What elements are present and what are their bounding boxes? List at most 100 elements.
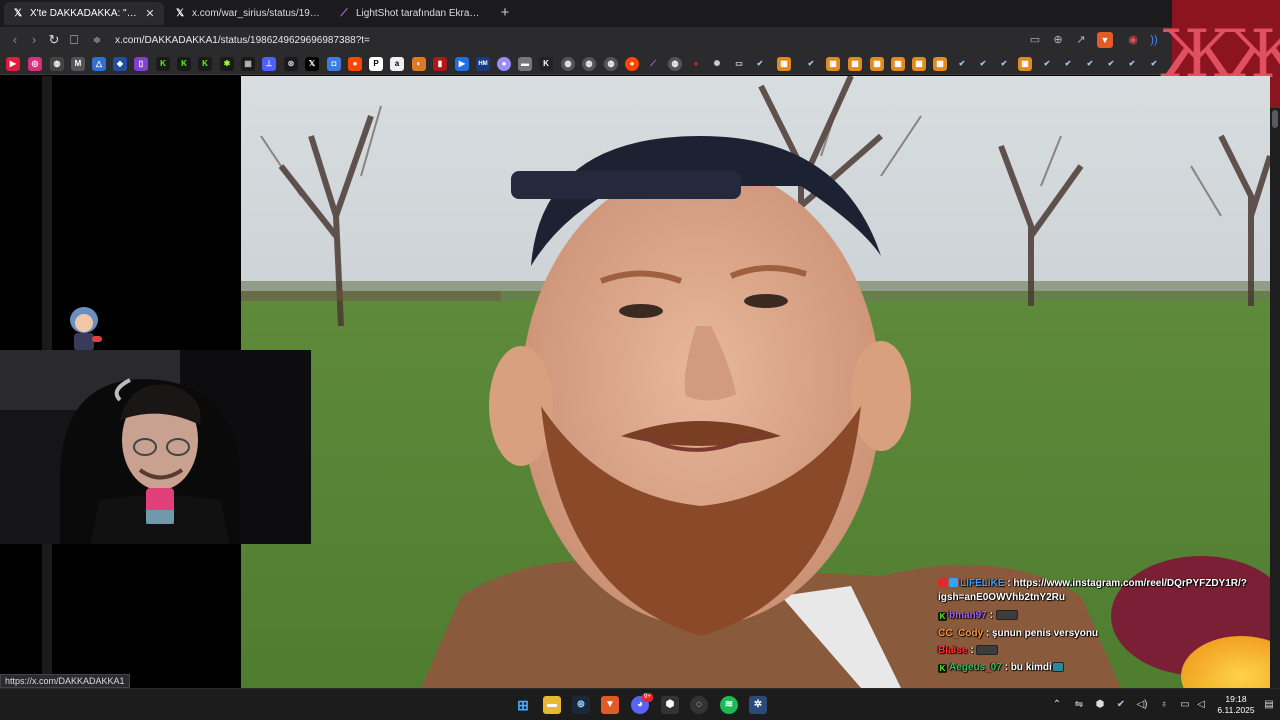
- bookmark-globe-icon[interactable]: ◍: [604, 57, 618, 71]
- bookmark-mail-icon[interactable]: M: [71, 57, 85, 71]
- youtube-icon[interactable]: ▶: [6, 57, 20, 71]
- kick-badge-icon: K: [938, 664, 947, 673]
- tab-lightshot[interactable]: ⟋ LightShot tarafından Ekran Görüntüs: [330, 2, 492, 25]
- tab-strip: 𝕏 X'te DAKKADAKKA: "A story in 3 ✕ 𝕏 x.c…: [0, 0, 1172, 27]
- close-tab-icon[interactable]: ✕: [144, 7, 156, 20]
- tray-overflow-icon[interactable]: ⌃: [1050, 698, 1064, 712]
- bookmark-tv-icon[interactable]: ▦: [912, 57, 926, 71]
- kick-icon[interactable]: K: [198, 57, 212, 71]
- reddit-icon[interactable]: ●: [625, 57, 639, 71]
- steam-icon[interactable]: ✔: [804, 57, 818, 71]
- tab-dakkadakka[interactable]: 𝕏 X'te DAKKADAKKA: "A story in 3 ✕: [4, 2, 164, 25]
- folder-icon[interactable]: ▭: [732, 57, 746, 71]
- bookmark-grid-icon[interactable]: ▦: [241, 57, 255, 71]
- tray-shield-icon[interactable]: ⬢: [1093, 698, 1107, 712]
- chat-text: :: [967, 645, 977, 656]
- bookmark-k-icon[interactable]: K: [539, 57, 553, 71]
- scrollbar-thumb[interactable]: [1272, 110, 1278, 128]
- windows-start-icon[interactable]: ⊞: [514, 696, 532, 714]
- bookmark-icon[interactable]: ⎕: [65, 31, 83, 49]
- lightshot-feather-icon[interactable]: ⟋: [646, 57, 660, 71]
- steam-icon[interactable]: ✔: [976, 57, 990, 71]
- bookmark-drive-icon[interactable]: △: [92, 57, 106, 71]
- steam-icon[interactable]: ✔: [1061, 57, 1075, 71]
- page-scrollbar[interactable]: [1270, 108, 1280, 688]
- bookmark-red-icon[interactable]: ▮: [433, 57, 447, 71]
- tray-app-icon[interactable]: ⇋: [1072, 698, 1086, 712]
- bookmark-play-icon[interactable]: ▶: [455, 57, 469, 71]
- bookmark-tv-icon[interactable]: ▦: [848, 57, 862, 71]
- kick-icon[interactable]: K: [177, 57, 191, 71]
- steam-icon[interactable]: ✔: [1104, 57, 1118, 71]
- cast-icon[interactable]: ▭: [1027, 32, 1043, 48]
- app-gear-icon[interactable]: ✲: [749, 696, 767, 714]
- site-settings-icon[interactable]: ≑: [90, 35, 104, 46]
- instagram-icon[interactable]: ◎: [28, 57, 42, 71]
- chat-username: bman97: [949, 610, 987, 621]
- tab-title: LightShot tarafından Ekran Görüntüs: [356, 8, 484, 19]
- bookmark-box-icon[interactable]: ◘: [327, 57, 341, 71]
- steam-icon[interactable]: ✔: [1083, 57, 1097, 71]
- clock[interactable]: 19:18 6.11.2025: [1212, 694, 1260, 716]
- bookmark-dot-icon[interactable]: ●: [689, 57, 703, 71]
- zoom-icon[interactable]: ⊕: [1050, 32, 1066, 48]
- spotify-icon[interactable]: ≋: [720, 696, 738, 714]
- bookmark-star-icon[interactable]: ✱: [220, 57, 234, 71]
- discord-notification-badge: 9+: [642, 693, 653, 702]
- bookmark-text-icon[interactable]: HM: [476, 57, 490, 71]
- bookmark-user-icon[interactable]: ⊥: [262, 57, 276, 71]
- bookmark-tv-icon[interactable]: ▦: [933, 57, 947, 71]
- x-logo-icon[interactable]: 𝕏: [305, 57, 319, 71]
- new-tab-button[interactable]: +: [497, 4, 513, 22]
- microphone-icon[interactable]: ♁: [1157, 698, 1171, 712]
- brave-shields-icon[interactable]: ▼: [1097, 32, 1113, 48]
- bookmark-circle-icon[interactable]: ●: [497, 57, 511, 71]
- bookmark-tv-icon[interactable]: ▦: [1018, 57, 1032, 71]
- notification-icon[interactable]: ▤: [1262, 698, 1276, 712]
- steam-icon[interactable]: ✔: [1040, 57, 1054, 71]
- steam-icon[interactable]: ✔: [753, 57, 767, 71]
- bookmark-tv-icon[interactable]: ▦: [870, 57, 884, 71]
- kick-icon[interactable]: K: [156, 57, 170, 71]
- bookmark-tv-icon[interactable]: ▦: [891, 57, 905, 71]
- chat-username: LIFELIKE: [960, 578, 1005, 589]
- obs-icon[interactable]: ⬢: [661, 696, 679, 714]
- app-icon[interactable]: ◌: [690, 696, 708, 714]
- steam-icon[interactable]: ⊛: [572, 696, 590, 714]
- address-bar[interactable]: ≑ x.com/DAKKADAKKA1/status/1986249629696…: [90, 30, 1120, 51]
- forward-arrow-icon[interactable]: ›: [25, 31, 43, 49]
- bookmark-globe-icon[interactable]: ◍: [582, 57, 596, 71]
- page-content: [0, 76, 1270, 688]
- tweet-photo[interactable]: [241, 76, 1270, 688]
- brave-icon[interactable]: ▼: [601, 696, 619, 714]
- speaker-icon[interactable]: ◁: [1194, 698, 1208, 712]
- twitch-icon[interactable]: ▯: [134, 57, 148, 71]
- chat-message: K Aegeus_07 : bu kimdi: [938, 661, 1064, 675]
- reddit-icon[interactable]: ●: [348, 57, 362, 71]
- network-icon[interactable]: ▭: [1178, 698, 1192, 712]
- bookmark-steam-icon[interactable]: ⊛: [284, 57, 298, 71]
- steam-icon[interactable]: ✔: [955, 57, 969, 71]
- bookmark-globe-icon[interactable]: ◍: [561, 57, 575, 71]
- bookmark-tv-icon[interactable]: ▦: [777, 57, 791, 71]
- bookmark-tv-icon[interactable]: ▦: [826, 57, 840, 71]
- amazon-icon[interactable]: a: [390, 57, 404, 71]
- bookmark-orange-icon[interactable]: ◐: [412, 57, 426, 71]
- tray-steam-icon[interactable]: ✔: [1114, 698, 1128, 712]
- volume-icon[interactable]: ◁): [1135, 698, 1149, 712]
- steam-icon[interactable]: ✔: [1125, 57, 1139, 71]
- bookmark-globe-icon[interactable]: ◍: [50, 57, 64, 71]
- file-explorer-icon[interactable]: ▬: [543, 696, 561, 714]
- openai-icon[interactable]: ✺: [710, 57, 724, 71]
- extension-icon[interactable]: ◉: [1125, 32, 1141, 48]
- chat-username: CC_Cody: [938, 628, 984, 639]
- bookmark-grey-icon[interactable]: ▬: [518, 57, 532, 71]
- bookmark-globe-icon[interactable]: ◍: [668, 57, 682, 71]
- steam-icon[interactable]: ✔: [997, 57, 1011, 71]
- bookmark-p-icon[interactable]: P: [369, 57, 383, 71]
- bookmark-chat-icon[interactable]: ◆: [113, 57, 127, 71]
- share-icon[interactable]: ↗: [1073, 32, 1089, 48]
- back-arrow-icon[interactable]: ‹: [6, 31, 24, 49]
- tab-war-sirius[interactable]: 𝕏 x.com/war_sirius/status/1986146998: [166, 2, 328, 25]
- reload-icon[interactable]: ↻: [45, 31, 63, 49]
